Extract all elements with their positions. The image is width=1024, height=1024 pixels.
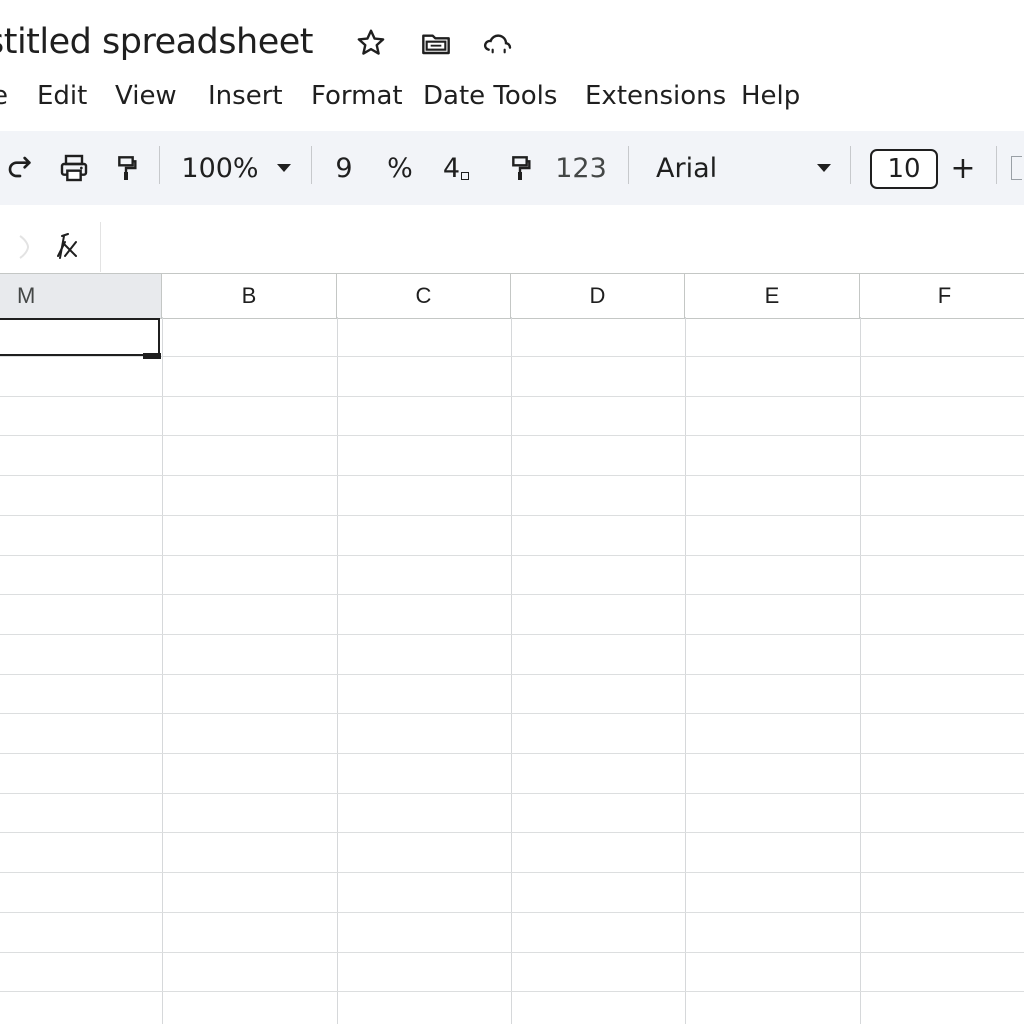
menu-bar: e Edit View Insert Format Date Tools Ext… xyxy=(0,76,1024,116)
font-family-select[interactable]: Arial xyxy=(646,131,836,205)
menu-help[interactable]: Help xyxy=(741,78,800,114)
currency-format-button[interactable]: 9 xyxy=(326,131,362,205)
menu-data-tools[interactable]: Date Tools xyxy=(423,78,557,114)
zoom-chevron-down-icon xyxy=(276,164,291,172)
document-title[interactable]: stitled spreadsheet xyxy=(0,20,313,64)
menu-extensions[interactable]: Extensions xyxy=(585,78,726,114)
toolbar: 100% 9 % 4 123 Arial 10 + xyxy=(0,131,1024,205)
zoom-value: 100% xyxy=(181,152,259,184)
grid-column-line xyxy=(511,317,512,1024)
grid-row-line xyxy=(0,793,1024,794)
column-header-m[interactable]: M xyxy=(0,274,162,318)
menu-edit[interactable]: Edit xyxy=(37,78,87,114)
plus-label: + xyxy=(950,150,976,186)
grid-row-line xyxy=(0,435,1024,436)
more-formats-button[interactable]: 123 xyxy=(555,131,607,205)
grid-row-line xyxy=(0,674,1024,675)
menu-insert[interactable]: Insert xyxy=(208,78,283,114)
toolbar-divider xyxy=(311,146,312,184)
grid-row-line xyxy=(0,634,1024,635)
font-family-value: Arial xyxy=(656,152,718,184)
grid-row-line xyxy=(0,713,1024,714)
decimal-format-label: 4 xyxy=(442,152,461,184)
increase-font-size-button[interactable]: + xyxy=(946,131,980,205)
menu-view[interactable]: View xyxy=(115,78,177,114)
menu-file[interactable]: e xyxy=(0,78,8,114)
zoom-select[interactable]: 100% xyxy=(176,131,296,205)
grid-row-line xyxy=(0,952,1024,953)
formula-bar xyxy=(0,222,1024,274)
text-format-icon[interactable] xyxy=(1008,131,1024,205)
percent-format-button[interactable]: % xyxy=(380,131,420,205)
grid-column-line xyxy=(337,317,338,1024)
column-header-d[interactable]: D xyxy=(511,274,685,318)
name-box-arrow-icon xyxy=(19,235,30,259)
grid-row-line xyxy=(0,594,1024,595)
currency-format-label: 9 xyxy=(335,152,353,184)
cloud-status-icon[interactable] xyxy=(481,26,515,60)
grid-column-line xyxy=(685,317,686,1024)
column-header-e[interactable]: E xyxy=(685,274,860,318)
column-header-b[interactable]: B xyxy=(162,274,337,318)
active-cell[interactable] xyxy=(0,318,160,356)
grid-column-line xyxy=(162,317,163,1024)
column-header-row: M B C D E F xyxy=(0,273,1024,319)
paint-format-icon[interactable] xyxy=(106,131,146,205)
format-painter-icon[interactable] xyxy=(500,131,540,205)
function-icon[interactable] xyxy=(50,230,82,264)
percent-format-label: % xyxy=(387,152,413,184)
toolbar-divider xyxy=(628,146,629,184)
grid-row-line xyxy=(0,396,1024,397)
column-header-f[interactable]: F xyxy=(860,274,1024,318)
decimal-small-square-icon xyxy=(461,172,470,180)
menu-format[interactable]: Format xyxy=(311,78,403,114)
toolbar-divider xyxy=(850,146,851,184)
number-format-label: 123 xyxy=(555,152,607,184)
grid-row-line xyxy=(0,515,1024,516)
grid-row-line xyxy=(0,555,1024,556)
grid-row-line xyxy=(0,475,1024,476)
redo-icon[interactable] xyxy=(0,131,40,205)
sheet-grid[interactable]: M B C D E F xyxy=(0,273,1024,1024)
column-header-c[interactable]: C xyxy=(337,274,511,318)
star-icon[interactable] xyxy=(354,26,388,60)
grid-row-line xyxy=(0,753,1024,754)
title-bar: stitled spreadsheet xyxy=(0,0,1024,82)
font-chevron-down-icon xyxy=(817,164,832,172)
grid-row-line xyxy=(0,872,1024,873)
fx-area xyxy=(0,222,101,272)
grid-row-line xyxy=(0,912,1024,913)
toolbar-divider xyxy=(159,146,160,184)
toolbar-divider xyxy=(996,146,997,184)
print-icon[interactable] xyxy=(54,131,94,205)
decrease-decimal-button[interactable]: 4 xyxy=(436,131,476,205)
move-to-folder-icon[interactable] xyxy=(419,26,453,60)
grid-row-line xyxy=(0,991,1024,992)
grid-column-line xyxy=(860,317,861,1024)
font-size-input[interactable]: 10 xyxy=(870,149,938,189)
grid-row-line xyxy=(0,832,1024,833)
fill-handle[interactable] xyxy=(143,353,161,359)
